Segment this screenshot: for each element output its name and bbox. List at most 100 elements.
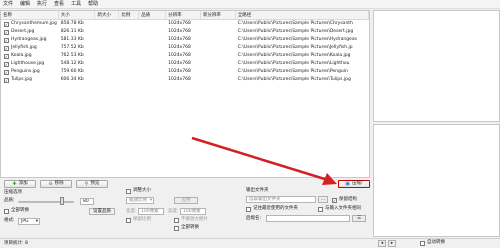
column-header-ratio[interactable]: 比例 <box>119 11 140 19</box>
row-checkbox[interactable]: ✓ <box>4 21 9 27</box>
apply-button[interactable]: 应用 <box>174 197 198 204</box>
preview-button[interactable]: ⚲ 预览 <box>76 180 108 188</box>
remove-button[interactable]: ⊖ 移除 <box>40 180 72 188</box>
magnifier-icon: ⚲ <box>84 181 89 187</box>
table-row[interactable]: ✓ Penguins.jpg 759.60 Kb 1024x768 C:\User… <box>1 68 369 76</box>
file-size: 762.53 Kb <box>60 53 84 58</box>
keep-ratio-checkbox[interactable]: 保留比例 <box>126 217 151 223</box>
format-label: 格式: <box>4 218 15 223</box>
add-button[interactable]: ✚ 添加 <box>4 180 36 188</box>
next-button[interactable]: ▸ <box>388 240 396 247</box>
file-name: Chrysanthemum.jpg <box>11 21 57 26</box>
menu-view[interactable]: 查看 <box>54 0 64 9</box>
compress-button[interactable]: ▣ 压缩! <box>338 180 370 188</box>
auto-convert-checkbox[interactable]: 自动转换 <box>420 240 445 246</box>
browse-button[interactable]: ... <box>318 196 328 203</box>
keep-structure-label: 保留结构 <box>339 197 357 202</box>
file-resolution: 1024x768 <box>168 21 191 26</box>
suffix-input[interactable] <box>266 215 350 222</box>
row-checkbox[interactable]: ✓ <box>4 53 9 59</box>
resize-label: 调整大小 <box>133 188 151 193</box>
grayscale-label: 全部转换 <box>11 208 29 213</box>
suffix-options-button[interactable]: ☰ <box>352 215 366 222</box>
quality-slider-track[interactable] <box>18 201 74 203</box>
preview-panel-original <box>373 10 500 122</box>
column-header-resolution[interactable]: 分辨率 <box>166 11 201 19</box>
file-resolution: 1024x768 <box>168 69 191 74</box>
row-checkbox[interactable]: ✓ <box>4 29 9 35</box>
preview-button-label: 预览 <box>90 181 100 186</box>
row-checkbox[interactable]: ✓ <box>4 69 9 75</box>
prev-button[interactable]: ◂ <box>378 240 386 247</box>
file-size: 858.78 Kb <box>60 21 84 26</box>
chevron-right-icon: ▸ <box>390 241 394 246</box>
column-header-quality[interactable]: 品质 <box>139 11 167 19</box>
format-select[interactable]: JPG ▾ <box>18 218 40 225</box>
row-checkbox[interactable]: ✓ <box>4 77 9 83</box>
menu-edit[interactable]: 编辑 <box>20 0 30 9</box>
table-row[interactable]: ✓ Desert.jpg 826.11 Kb 1024x768 C:\Users\… <box>1 28 369 36</box>
chevron-down-icon: ▾ <box>35 219 38 224</box>
menu-run[interactable]: 执行 <box>37 0 47 9</box>
menu-file[interactable]: 文件 <box>3 0 13 9</box>
remember-folder-checkbox[interactable]: 记住最近使用的文件夹 <box>246 206 298 212</box>
height-input[interactable]: 100像素 <box>180 208 206 215</box>
file-path: C:\Users\Public\Pictures\Sample Pictures… <box>237 45 353 50</box>
quality-slider-thumb[interactable] <box>59 197 64 205</box>
file-resolution: 1024x768 <box>168 77 191 82</box>
same-as-input-checkbox[interactable]: 与输入文件夹相同 <box>318 206 361 212</box>
file-path: C:\Users\Public\Pictures\Sample Pictures… <box>237 29 354 34</box>
quality-value-input[interactable]: 80 <box>80 198 94 205</box>
list-icon: ☰ <box>356 216 362 221</box>
row-checkbox[interactable]: ✓ <box>4 61 9 67</box>
file-name: Tulips.jpg <box>11 77 33 82</box>
file-resolution: 1024x768 <box>168 37 191 42</box>
file-size: 581.33 Kb <box>60 37 84 42</box>
file-path: C:\Users\Public\Pictures\Sample Pictures… <box>237 21 353 26</box>
compress-button-label: 压缩! <box>351 181 363 186</box>
row-checkbox[interactable]: ✓ <box>4 37 9 43</box>
table-row[interactable]: ✓ Koala.jpg 762.53 Kb 1024x768 C:\Users\P… <box>1 52 369 60</box>
resize-mode-select[interactable]: 缩放比例 ▾ <box>126 197 154 204</box>
file-path: C:\Users\Public\Pictures\Sample Pictures… <box>237 53 351 58</box>
file-resolution: 1024x768 <box>168 53 191 58</box>
table-row[interactable]: ✓ Tulips.jpg 606.34 Kb 1024x768 C:\Users\… <box>1 76 369 84</box>
table-row[interactable]: ✓ Chrysanthemum.jpg 858.78 Kb 1024x768 C:… <box>1 20 369 28</box>
output-folder-input[interactable]: 选取输出文件夹 <box>246 196 316 203</box>
all-convert-checkbox[interactable]: 全部转换 <box>174 225 199 231</box>
menu-help[interactable]: 帮助 <box>88 0 98 9</box>
row-checkbox[interactable]: ✓ <box>4 45 9 51</box>
resize-checkbox[interactable]: 调整大小 <box>126 188 151 194</box>
file-path: C:\Users\Public\Pictures\Sample Pictures… <box>237 77 351 82</box>
same-as-input-label: 与输入文件夹相同 <box>325 206 361 211</box>
file-size: 606.34 Kb <box>60 77 84 82</box>
stats-label-text: 项目统计: <box>4 241 24 246</box>
remove-button-label: 移除 <box>54 181 64 186</box>
keep-ratio-label: 保留比例 <box>133 217 151 222</box>
keep-structure-checkbox[interactable]: ✓ 保留结构 <box>332 197 357 203</box>
menu-tools[interactable]: 工具 <box>71 0 81 9</box>
column-header-full-path[interactable]: 全路径 <box>236 11 369 19</box>
stats-label: 项目统计: 8 <box>4 241 28 247</box>
format-select-value: JPG <box>21 219 29 224</box>
grayscale-checkbox[interactable]: 全部转换 <box>4 208 29 214</box>
file-path: C:\Users\Public\Pictures\Sample Pictures… <box>237 37 357 42</box>
column-header-name[interactable]: 名称 <box>1 11 59 19</box>
file-name: Jellyfish.jpg <box>11 45 37 50</box>
auto-convert-label: 自动转换 <box>427 240 445 245</box>
resize-mode-value: 缩放比例 <box>129 198 147 203</box>
width-input[interactable]: 100像素 <box>138 208 164 215</box>
file-name: Lighthouse.jpg <box>11 61 45 66</box>
no-enlarge-checkbox[interactable]: 不要放大图片 <box>174 217 208 223</box>
column-header-new-size[interactable]: 新大小 <box>95 11 120 19</box>
table-row[interactable]: ✓ Hydrangeas.jpg 581.33 Kb 1024x768 C:\Us… <box>1 36 369 44</box>
file-size: 757.52 Kb <box>60 45 84 50</box>
column-header-size[interactable]: 大小 <box>59 11 96 19</box>
no-enlarge-label: 不要放大图片 <box>181 217 208 222</box>
output-folder-heading: 输出文件夹 <box>246 188 269 193</box>
set-quality-button[interactable]: 设置品质 <box>89 208 115 215</box>
table-row[interactable]: ✓ Lighthouse.jpg 548.12 Kb 1024x768 C:\Us… <box>1 60 369 68</box>
file-list-panel: 名称 大小 新大小 比例 品质 分辨率 新分辨率 全路径 ✓ Chrysanthe… <box>0 10 370 178</box>
table-row[interactable]: ✓ Jellyfish.jpg 757.52 Kb 1024x768 C:\Use… <box>1 44 369 52</box>
column-header-new-resolution[interactable]: 新分辨率 <box>201 11 236 19</box>
